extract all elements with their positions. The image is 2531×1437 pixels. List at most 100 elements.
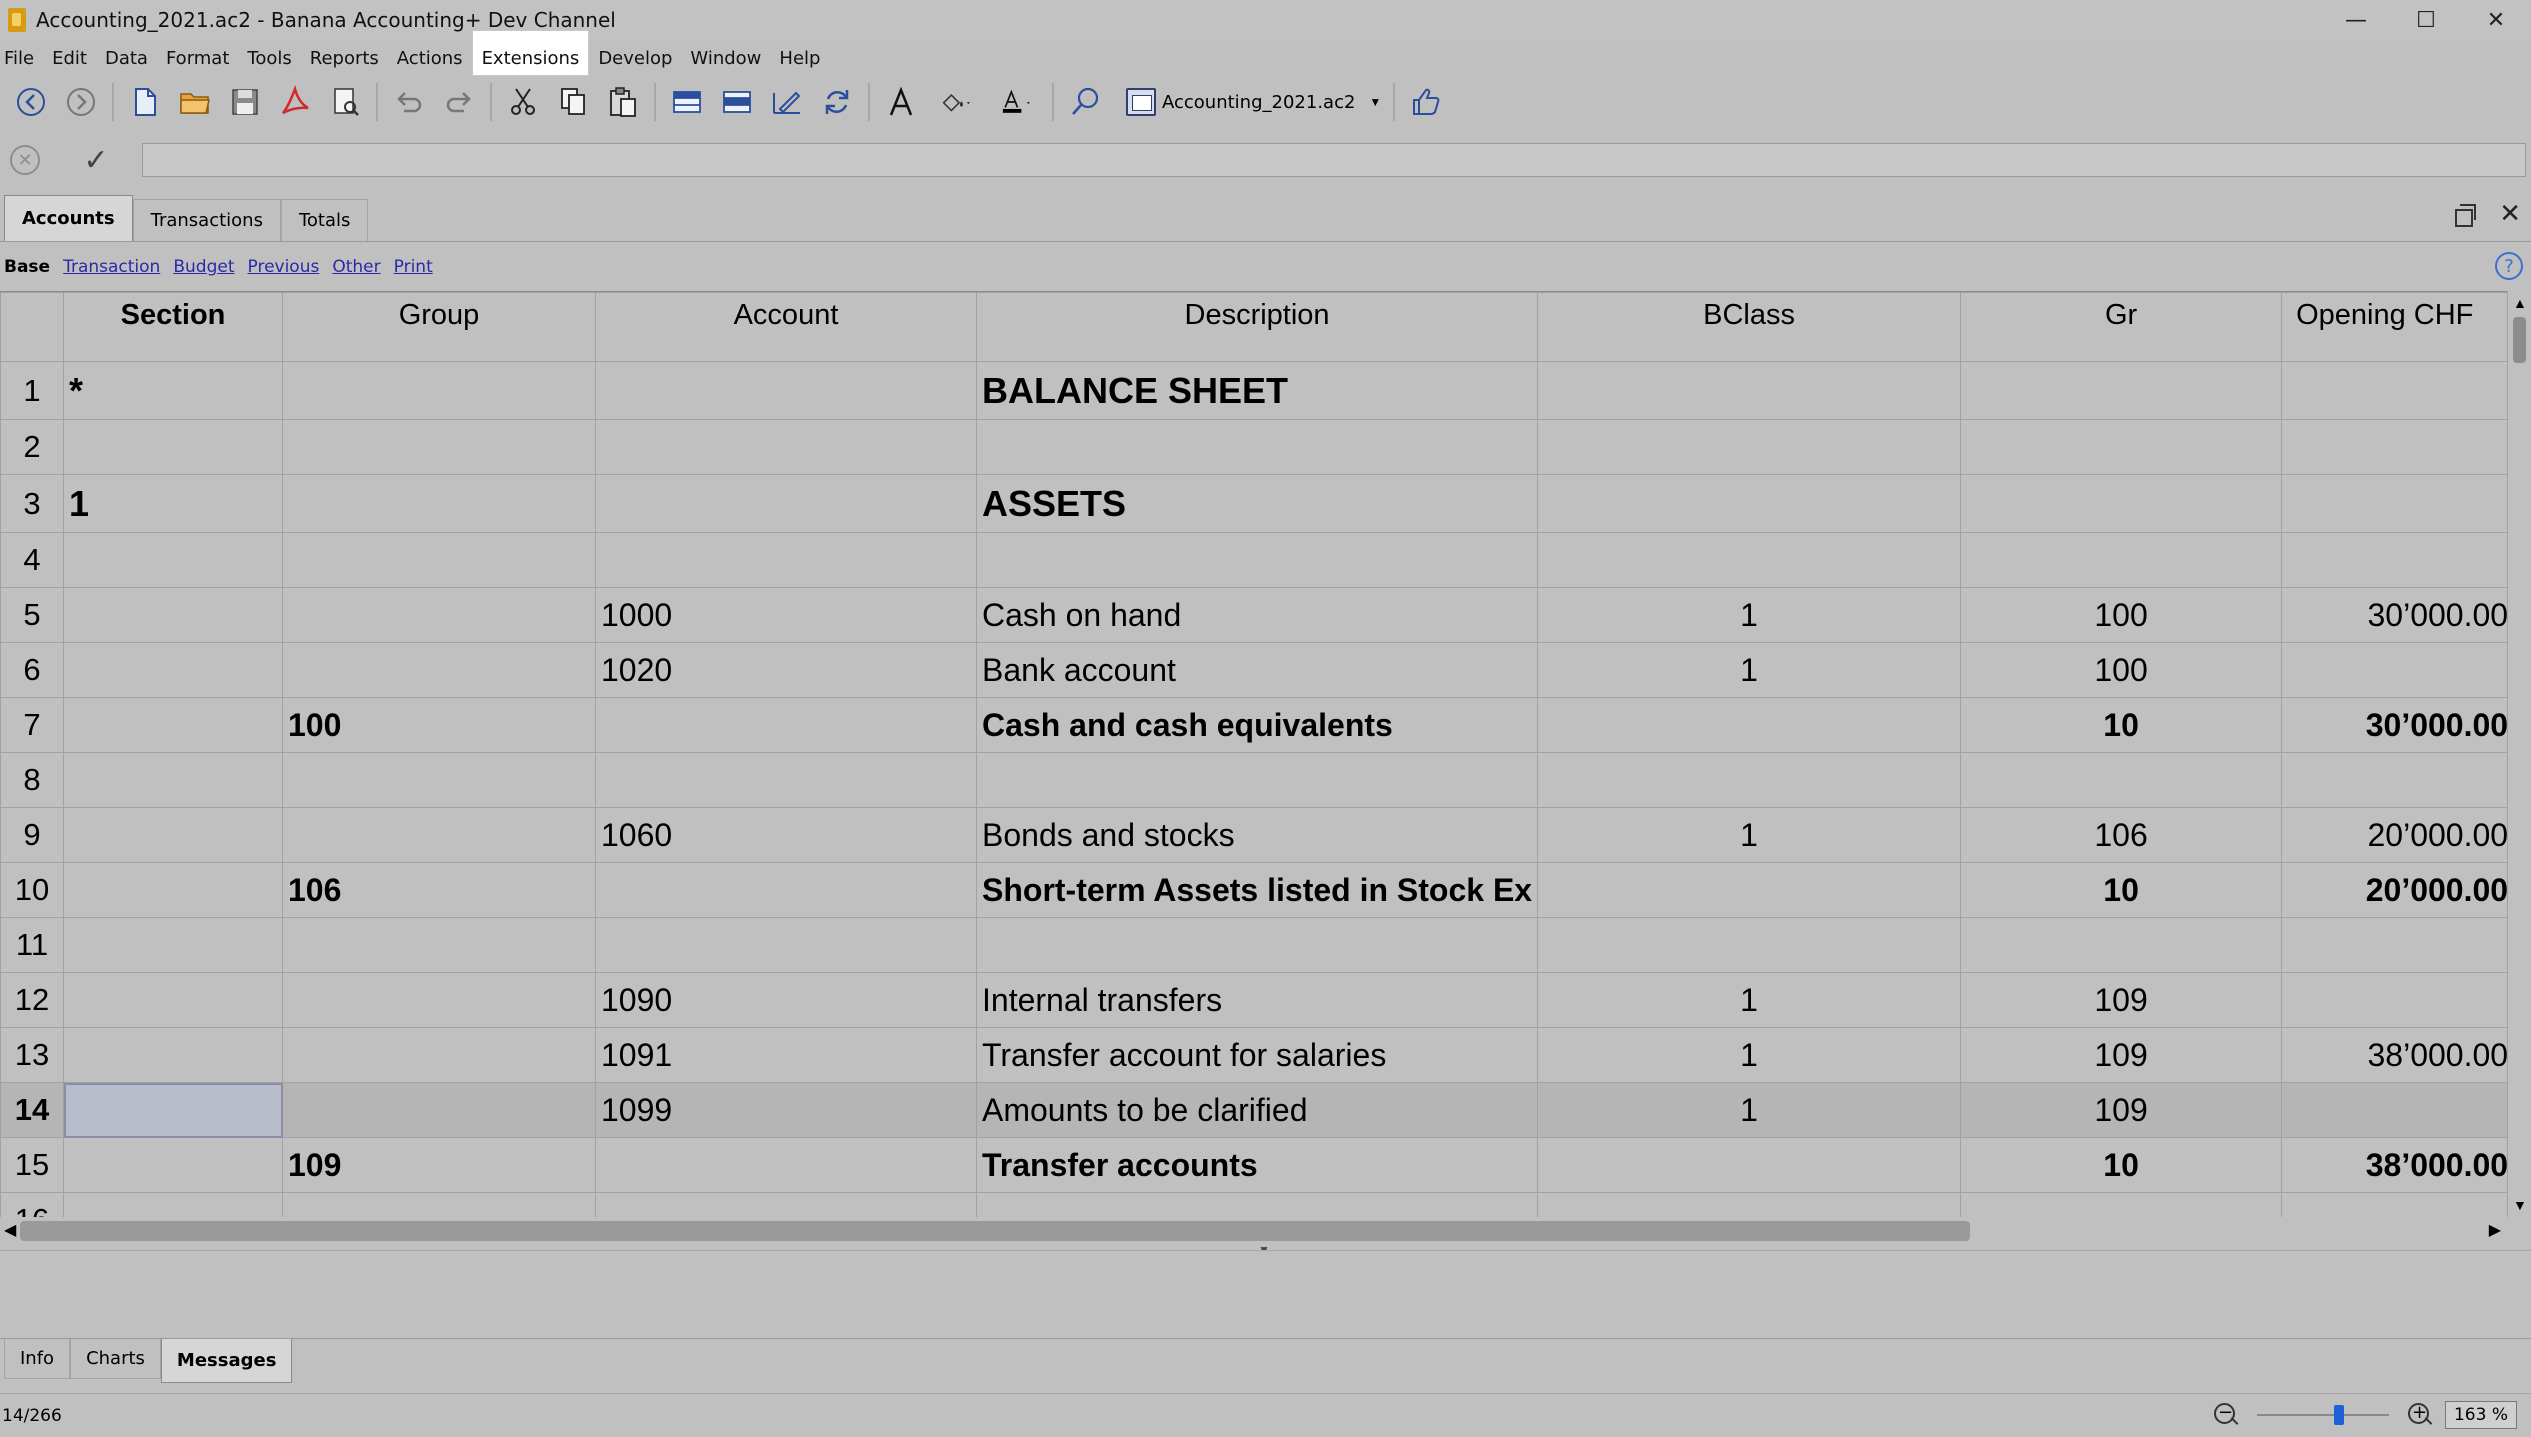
bclass-cell[interactable] [1537,917,1962,973]
scroll-left-icon[interactable]: ◀ [4,1220,16,1240]
bclass-cell[interactable]: 1 [1537,807,1962,863]
group-cell[interactable] [282,642,596,698]
gr-cell[interactable] [1960,361,2283,420]
view-previous[interactable]: Previous [248,257,320,277]
bclass-cell[interactable]: 1 [1537,587,1962,643]
table-row[interactable]: 14 1099 Amounts to be clarified 1 109 [0,1082,2515,1138]
group-cell[interactable] [282,361,596,420]
scroll-down-icon[interactable]: ▼ [2513,1197,2527,1213]
menu-window[interactable]: Window [681,36,770,80]
fill-color-icon[interactable] [926,79,986,125]
tab-charts[interactable]: Charts [70,1339,161,1379]
opening-cell[interactable]: 38’000.00 [2281,1137,2515,1193]
gr-cell[interactable]: 109 [1960,972,2283,1028]
account-cell[interactable] [595,532,977,588]
description-cell[interactable]: Amounts to be clarified [975,1082,1539,1138]
description-cell[interactable]: Internal transfers [975,972,1539,1028]
bclass-cell[interactable]: 1 [1537,972,1962,1028]
table-row[interactable]: 4 [0,532,2515,588]
minimize-button[interactable]: — [2321,0,2391,40]
column-header-gr[interactable]: Gr [1960,292,2283,362]
row-number[interactable]: 2 [0,419,64,475]
account-cell[interactable] [595,1137,977,1193]
group-cell[interactable] [282,532,596,588]
confirm-edit-button[interactable]: ✓ [76,144,116,177]
description-cell[interactable]: Cash on hand [975,587,1539,643]
undo-icon[interactable] [384,79,434,125]
group-cell[interactable]: 106 [282,862,596,918]
close-icon[interactable]: ✕ [2499,201,2521,227]
insert-rows-icon[interactable] [662,79,712,125]
opening-cell[interactable] [2281,532,2515,588]
section-cell[interactable] [63,972,283,1028]
table-row[interactable]: 3 1 ASSETS [0,474,2515,533]
recalculate-icon[interactable] [812,79,862,125]
description-cell[interactable] [975,752,1539,808]
bclass-cell[interactable] [1537,474,1962,533]
account-cell[interactable]: 1060 [595,807,977,863]
thumbs-up-icon[interactable] [1401,79,1451,125]
account-cell[interactable] [595,361,977,420]
bclass-cell[interactable] [1537,1137,1962,1193]
opening-cell[interactable]: 30’000.00 [2281,587,2515,643]
gr-cell[interactable] [1960,917,2283,973]
gr-cell[interactable]: 10 [1960,1137,2283,1193]
row-number[interactable]: 3 [0,474,64,533]
account-cell[interactable]: 1090 [595,972,977,1028]
account-cell[interactable]: 1020 [595,642,977,698]
horizontal-scrollbar[interactable]: ◀ ▶ [0,1217,2531,1245]
table-row[interactable]: 11 [0,917,2515,973]
zoom-out-icon[interactable]: − [2211,1400,2241,1430]
opening-cell[interactable] [2281,917,2515,973]
forward-icon[interactable] [56,79,106,125]
column-header-section[interactable]: Section [63,292,283,362]
group-cell[interactable] [282,807,596,863]
section-cell[interactable] [63,917,283,973]
column-header-description[interactable]: Description [975,292,1539,362]
account-cell[interactable]: 1091 [595,1027,977,1083]
description-cell[interactable]: Cash and cash equivalents [975,697,1539,753]
vertical-scrollbar[interactable]: ▲ ▼ [2507,291,2531,1217]
cancel-edit-button[interactable]: ✕ [10,145,40,175]
opening-cell[interactable] [2281,972,2515,1028]
section-cell[interactable]: * [63,361,283,420]
table-row[interactable]: 5 1000 Cash on hand 1 100 30’000.00 [0,587,2515,643]
bclass-cell[interactable]: 1 [1537,1027,1962,1083]
tab-transactions[interactable]: Transactions [132,199,281,241]
gr-cell[interactable]: 109 [1960,1082,2283,1138]
group-cell[interactable] [282,1192,596,1217]
section-cell[interactable] [63,419,283,475]
row-number[interactable]: 6 [0,642,64,698]
table-row[interactable]: 6 1020 Bank account 1 100 [0,642,2515,698]
row-number[interactable]: 14 [0,1082,64,1138]
gr-cell[interactable] [1960,1192,2283,1217]
bclass-cell[interactable] [1537,419,1962,475]
section-cell[interactable] [63,752,283,808]
zoom-slider-handle[interactable] [2333,1405,2344,1425]
table-row[interactable]: 8 [0,752,2515,808]
zoom-in-icon[interactable]: + [2405,1400,2435,1430]
group-cell[interactable]: 100 [282,697,596,753]
gr-cell[interactable]: 10 [1960,862,2283,918]
account-cell[interactable] [595,862,977,918]
row-number[interactable]: 8 [0,752,64,808]
description-cell[interactable] [975,1192,1539,1217]
account-cell[interactable]: 1099 [595,1082,977,1138]
bclass-cell[interactable] [1537,532,1962,588]
account-cell[interactable] [595,917,977,973]
row-number[interactable]: 11 [0,917,64,973]
bclass-cell[interactable] [1537,752,1962,808]
account-cell[interactable] [595,697,977,753]
gr-cell[interactable] [1960,532,2283,588]
font-icon[interactable] [876,79,926,125]
menu-actions[interactable]: Actions [388,36,472,80]
group-cell[interactable] [282,917,596,973]
gr-cell[interactable] [1960,474,2283,533]
open-folder-icon[interactable] [170,79,220,125]
delete-rows-icon[interactable] [712,79,762,125]
new-file-icon[interactable] [120,79,170,125]
row-number[interactable]: 1 [0,361,64,420]
bclass-cell[interactable] [1537,697,1962,753]
group-cell[interactable] [282,474,596,533]
tab-accounts[interactable]: Accounts [4,195,133,241]
